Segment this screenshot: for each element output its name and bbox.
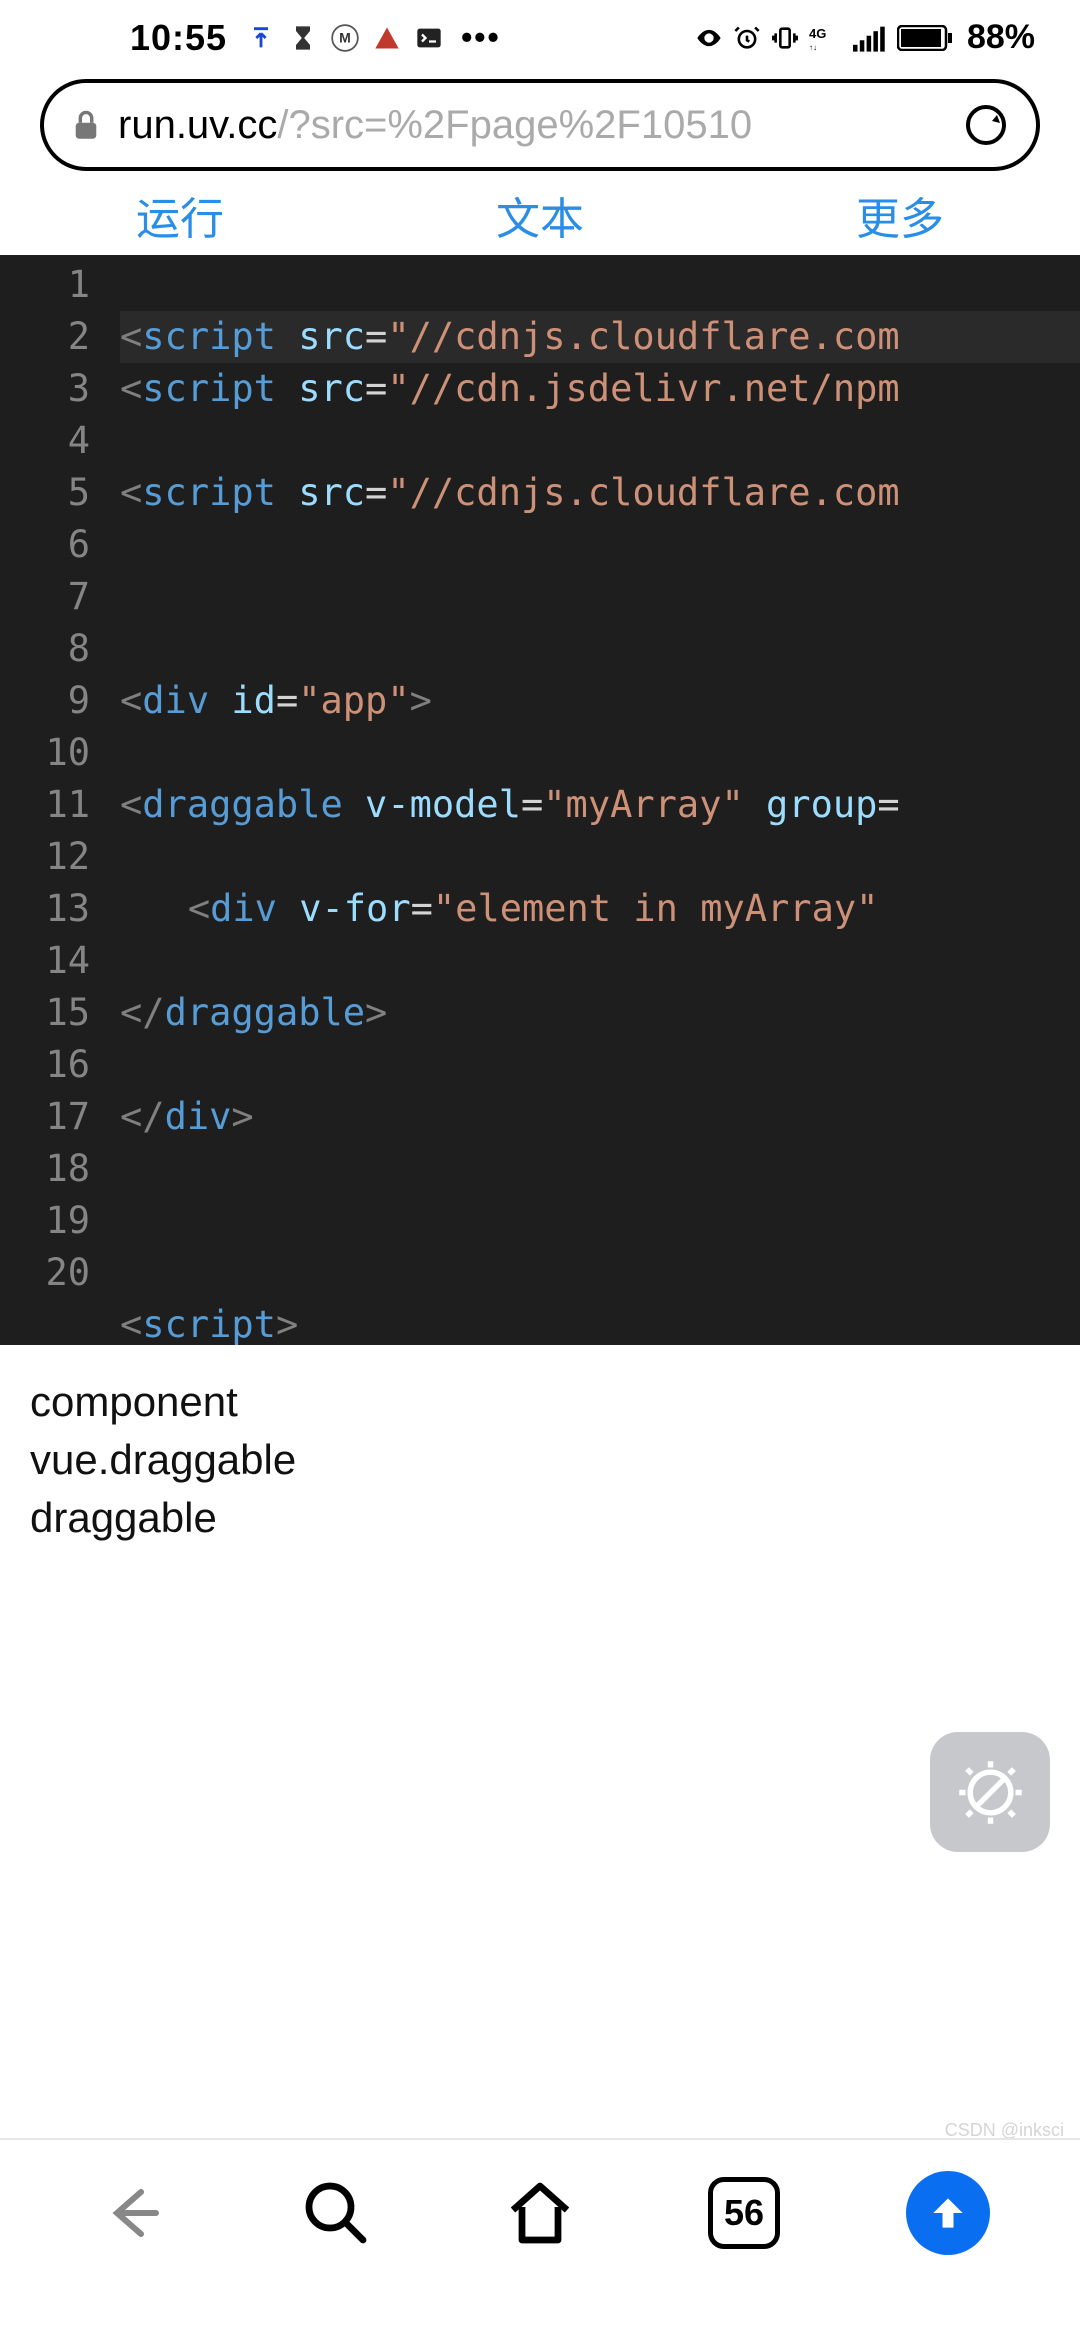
vibrate-icon [771, 24, 799, 52]
eye-icon [695, 24, 723, 52]
output-line[interactable]: draggable [30, 1489, 1050, 1547]
battery-icon [897, 25, 953, 51]
line-number: 10 [0, 727, 90, 779]
output-line[interactable]: vue.draggable [30, 1431, 1050, 1489]
url-text: run.uv.cc/?src=%2Fpage%2F10510 [118, 103, 946, 148]
line-number: 19 [0, 1195, 90, 1247]
url-bar-row: run.uv.cc/?src=%2Fpage%2F10510 [0, 75, 1080, 175]
signal-icon [853, 24, 887, 52]
upload-icon [247, 24, 275, 52]
svg-text:4G: 4G [809, 26, 826, 41]
arrow-left-icon [96, 2177, 168, 2249]
line-number: 2 [0, 311, 90, 363]
code-line: <div id="app"> [120, 675, 1080, 727]
line-number: 5 [0, 467, 90, 519]
home-button[interactable] [495, 2168, 585, 2258]
line-number: 1 [0, 259, 90, 311]
status-right: 4G ↑↓ 88% [695, 18, 1035, 57]
code-line: </div> [120, 1091, 1080, 1143]
tab-run[interactable]: 运行 [0, 175, 360, 255]
line-number: 12 [0, 831, 90, 883]
code-line [120, 1195, 1080, 1247]
search-icon [300, 2177, 372, 2249]
lock-icon [72, 109, 100, 141]
terminal-icon [415, 24, 443, 52]
code-editor[interactable]: 1 2 3 4 5 6 7 8 9 10 11 12 13 14 15 16 1… [0, 255, 1080, 1345]
battery-percent: 88% [967, 18, 1035, 57]
alarm-icon [733, 24, 761, 52]
code-body[interactable]: <script src="//cdnjs.cloudflare.com <scr… [120, 255, 1080, 1345]
line-number: 16 [0, 1039, 90, 1091]
line-number: 20 [0, 1247, 90, 1299]
code-line: <script> [120, 1299, 1080, 1345]
tabs-button[interactable]: 56 [699, 2168, 789, 2258]
4g-icon: 4G ↑↓ [809, 24, 843, 52]
settings-fab[interactable] [930, 1732, 1050, 1852]
line-number: 13 [0, 883, 90, 935]
line-number: 11 [0, 779, 90, 831]
tab-count: 56 [708, 2177, 780, 2249]
url-host: run.uv.cc [118, 103, 277, 147]
status-bar: 10:55 M ••• 4G ↑↓ 88% [0, 0, 1080, 75]
code-line [120, 571, 1080, 623]
more-icon: ••• [461, 19, 501, 56]
output-line[interactable]: component [30, 1373, 1050, 1431]
clock-time: 10:55 [130, 17, 227, 59]
code-line: <div v-for="element in myArray" [120, 883, 1080, 935]
code-line: <draggable v-model="myArray" group= [120, 779, 1080, 831]
url-bar[interactable]: run.uv.cc/?src=%2Fpage%2F10510 [40, 79, 1040, 171]
home-icon [504, 2177, 576, 2249]
bottom-nav: 56 [0, 2140, 1080, 2340]
tab-more[interactable]: 更多 [720, 175, 1080, 255]
line-number: 17 [0, 1091, 90, 1143]
triangle-icon [373, 24, 401, 52]
line-number: 8 [0, 623, 90, 675]
line-number: 14 [0, 935, 90, 987]
svg-text:↑↓: ↑↓ [809, 43, 817, 52]
status-left: 10:55 M ••• [130, 17, 501, 59]
code-line: <script src="//cdnjs.cloudflare.com [120, 467, 1080, 519]
share-up-button[interactable] [903, 2168, 993, 2258]
line-number: 3 [0, 363, 90, 415]
line-number: 9 [0, 675, 90, 727]
gear-wrench-icon [953, 1755, 1028, 1830]
page-tabs: 运行 文本 更多 [0, 175, 1080, 255]
hourglass-icon [289, 24, 317, 52]
svg-text:M: M [339, 29, 351, 45]
line-number: 4 [0, 415, 90, 467]
reload-icon[interactable] [964, 103, 1008, 147]
line-gutter: 1 2 3 4 5 6 7 8 9 10 11 12 13 14 15 16 1… [0, 255, 120, 1345]
code-line: <script src="//cdnjs.cloudflare.com [120, 311, 1080, 363]
preview-output: component vue.draggable draggable [0, 1345, 1080, 1575]
code-line: </draggable> [120, 987, 1080, 1039]
tab-text[interactable]: 文本 [360, 175, 720, 255]
line-number: 15 [0, 987, 90, 1039]
url-rest: /?src=%2Fpage%2F10510 [277, 103, 752, 147]
code-line: <script src="//cdn.jsdelivr.net/npm [120, 363, 1080, 415]
line-number: 18 [0, 1143, 90, 1195]
line-number: 7 [0, 571, 90, 623]
line-number: 6 [0, 519, 90, 571]
letter-m-icon: M [331, 24, 359, 52]
search-button[interactable] [291, 2168, 381, 2258]
circle-arrow-up-icon [906, 2171, 990, 2255]
back-button[interactable] [87, 2168, 177, 2258]
